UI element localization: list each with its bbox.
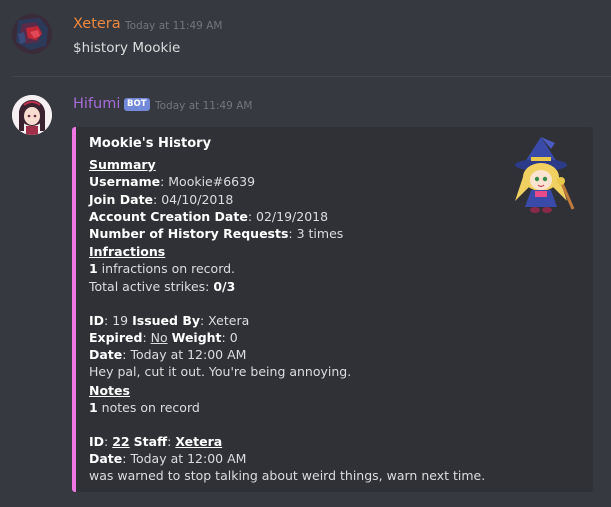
note-date-label: Date bbox=[89, 451, 123, 467]
notes-heading: Notes bbox=[89, 382, 130, 398]
embed-title: Mookie's History bbox=[89, 136, 212, 151]
embed-thumbnail[interactable] bbox=[501, 135, 581, 215]
history-embed: Mookie's History Summary Username: Mooki… bbox=[72, 127, 593, 492]
weight-label: Weight bbox=[171, 330, 222, 346]
notes-count: 1 bbox=[89, 399, 98, 415]
message-divider bbox=[12, 76, 611, 77]
weight-value: : 0 bbox=[221, 330, 238, 346]
infraction-id-value: : 19 bbox=[104, 312, 133, 328]
staff-label: Staff bbox=[133, 434, 168, 450]
join-date-row: Join Date: 04/10/2018 bbox=[89, 191, 498, 208]
history-requests-value: : 3 times bbox=[288, 226, 344, 242]
username-row: Username: Mookie#6639 bbox=[89, 173, 498, 190]
infractions-text: infractions on record. bbox=[97, 261, 236, 277]
creation-date-value: : 02/19/2018 bbox=[247, 208, 329, 224]
history-requests-row: Number of History Requests: 3 times bbox=[89, 225, 498, 242]
infractions-count-row: 1 infractions on record. bbox=[89, 260, 498, 277]
note-id-row: ID: 22 Staff: Xetera bbox=[89, 433, 498, 450]
timestamp: Today at 11:49 AM bbox=[125, 20, 223, 32]
embed-body: Mookie's History Summary Username: Mooki… bbox=[89, 135, 498, 485]
issued-by-value: : Xetera bbox=[200, 312, 250, 328]
issued-by-label: Issued By bbox=[132, 312, 200, 328]
expired-value: No bbox=[150, 330, 168, 346]
bot-badge: BOT bbox=[124, 98, 150, 111]
note-id-value: 22 bbox=[112, 434, 130, 450]
strikes-row: Total active strikes: 0/3 bbox=[89, 278, 498, 295]
avatar[interactable] bbox=[12, 14, 52, 54]
username-value: : Mookie#6639 bbox=[160, 174, 256, 190]
infraction-id-label: ID bbox=[89, 312, 105, 328]
note-date-value: : Today at 12:00 AM bbox=[122, 451, 247, 467]
timestamp: Today at 11:49 AM bbox=[155, 100, 253, 112]
infraction-reason: Hey pal, cut it out. You're being annoyi… bbox=[89, 364, 352, 380]
staff-value: Xetera bbox=[175, 434, 223, 450]
username[interactable]: Xetera bbox=[73, 16, 121, 32]
creation-date-label: Account Creation Date bbox=[89, 208, 248, 224]
join-date-label: Join Date bbox=[89, 191, 154, 207]
infraction-id-row: ID: 19 Issued By: Xetera bbox=[89, 312, 498, 329]
strikes-value: 0/3 bbox=[213, 278, 236, 294]
expired-label: Expired bbox=[89, 330, 143, 346]
username[interactable]: Hifumi bbox=[73, 96, 120, 112]
message-text: $history Mookie bbox=[73, 40, 181, 56]
infractions-heading: Infractions bbox=[89, 244, 166, 260]
history-requests-label: Number of History Requests bbox=[89, 226, 289, 242]
infractions-count: 1 bbox=[89, 261, 98, 277]
infraction-date-label: Date bbox=[89, 347, 123, 363]
strikes-text: Total active strikes: bbox=[89, 278, 214, 294]
note-text: was warned to stop talking about weird t… bbox=[89, 468, 486, 484]
expired-row: Expired: No Weight: 0 bbox=[89, 329, 498, 346]
creation-date-row: Account Creation Date: 02/19/2018 bbox=[89, 208, 498, 225]
note-id-label: ID bbox=[89, 434, 105, 450]
join-date-value: : 04/10/2018 bbox=[153, 191, 234, 207]
summary-heading: Summary bbox=[89, 157, 156, 173]
infraction-date-row: Date: Today at 12:00 AM bbox=[89, 346, 498, 363]
notes-text: notes on record bbox=[97, 399, 200, 415]
notes-count-row: 1 notes on record bbox=[89, 399, 498, 416]
avatar[interactable] bbox=[12, 95, 52, 135]
note-id-sep: : bbox=[104, 434, 113, 450]
username-label: Username bbox=[89, 174, 161, 190]
infraction-date-value: : Today at 12:00 AM bbox=[122, 347, 247, 363]
note-date-row: Date: Today at 12:00 AM bbox=[89, 450, 498, 467]
expired-sep: : bbox=[142, 330, 151, 346]
